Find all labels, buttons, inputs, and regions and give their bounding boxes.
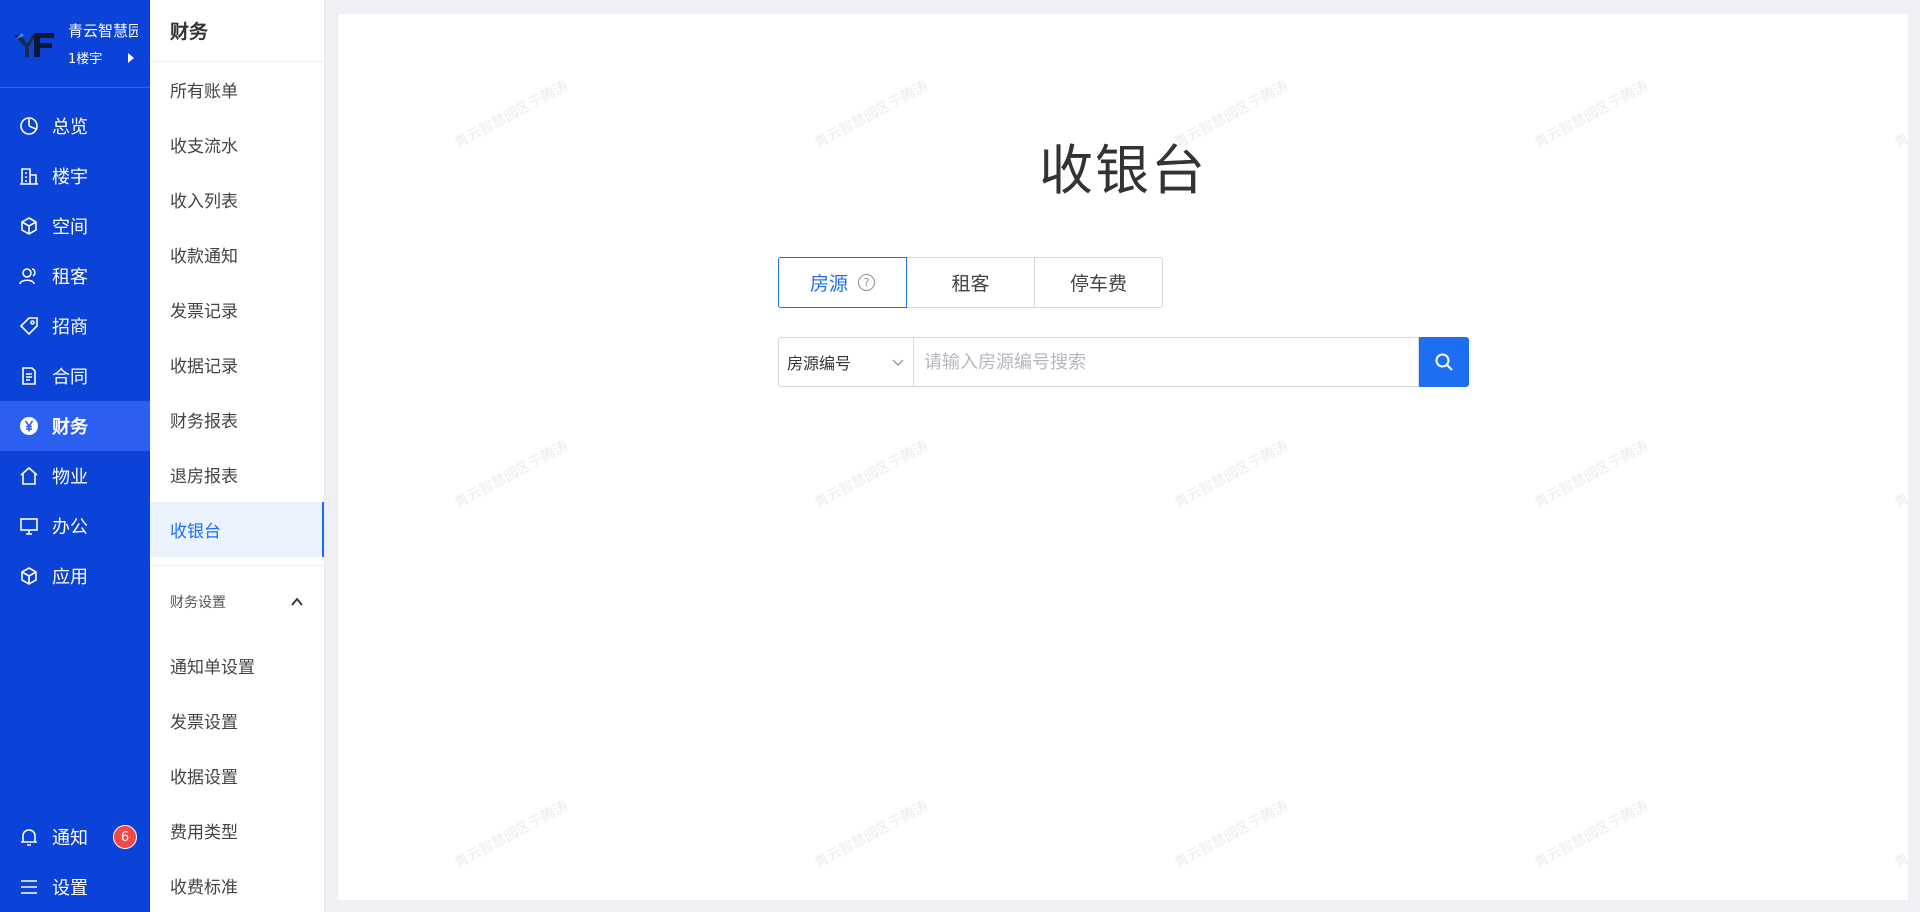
submenu-item-finance-report[interactable]: 财务报表 xyxy=(150,392,324,447)
watermark-text: 青云智慧园区于腾涛 xyxy=(1892,798,1908,872)
rail-item-property[interactable]: 物业 xyxy=(0,451,150,501)
caret-right-icon xyxy=(128,52,135,63)
search-bar: 房源编号 xyxy=(778,337,1469,387)
rail-item-finance[interactable]: 财务 xyxy=(0,401,150,451)
building-switcher[interactable]: 1楼宇 xyxy=(68,48,138,67)
submenu-title: 财务 xyxy=(150,0,324,62)
rail-item-label: 租客 xyxy=(52,267,88,288)
rail-item-building[interactable]: 楼宇 xyxy=(0,151,150,201)
submenu-group-label: 财务设置 xyxy=(170,595,226,611)
submenu-item-income-list[interactable]: 收入列表 xyxy=(150,172,324,227)
submenu-item-invoice-records[interactable]: 发票记录 xyxy=(150,282,324,337)
main-content: 青云智慧园区于腾涛 青云智慧园区于腾涛 青云智慧园区于腾涛 青云智慧园区于腾涛 青云智慧… xyxy=(338,14,1908,900)
rail-item-leasing[interactable]: 招商 xyxy=(0,301,150,351)
rail-item-label: 总览 xyxy=(52,117,88,138)
chevron-down-icon xyxy=(892,359,904,366)
yen-coin-icon xyxy=(18,415,40,437)
rail-item-notifications[interactable]: 通知 6 xyxy=(0,812,150,862)
cube-icon xyxy=(18,215,40,237)
rail-item-label: 办公 xyxy=(52,517,88,538)
watermark-text: 青云智慧园区于腾涛 xyxy=(1532,438,1651,512)
rail-item-tenants[interactable]: 租客 xyxy=(0,251,150,301)
page-title: 收银台 xyxy=(1039,139,1207,202)
menu-lines-icon xyxy=(18,876,40,898)
building-icon xyxy=(18,165,40,187)
tab-label: 房源 xyxy=(809,273,848,295)
submenu-group-finance-settings[interactable]: 财务设置 xyxy=(150,566,324,638)
tab-tenant[interactable]: 租客 xyxy=(906,257,1035,308)
rail-item-settings[interactable]: 设置 xyxy=(0,862,150,912)
tab-label: 停车费 xyxy=(1069,273,1127,295)
submenu-item-cash-flow[interactable]: 收支流水 xyxy=(150,117,324,172)
rail-item-apps[interactable]: 应用 xyxy=(0,551,150,601)
pie-chart-icon xyxy=(18,115,40,137)
rail-item-label: 合同 xyxy=(52,367,88,388)
watermark-text: 青云智慧园区于腾涛 xyxy=(1532,798,1651,872)
brand-header[interactable]: 青云智慧园 1楼宇 xyxy=(0,0,150,88)
search-button[interactable] xyxy=(1419,337,1469,387)
watermark-text: 青云智慧园区于腾涛 xyxy=(1172,438,1291,512)
search-type-select[interactable]: 房源编号 xyxy=(778,337,914,387)
rail-item-space[interactable]: 空间 xyxy=(0,201,150,251)
submenu-item-receipt-settings[interactable]: 收据设置 xyxy=(150,748,324,803)
rail-item-label: 招商 xyxy=(52,317,88,338)
tab-parking-fee[interactable]: 停车费 xyxy=(1034,257,1163,308)
notification-count-badge: 6 xyxy=(113,825,137,849)
rail-item-label: 通知 xyxy=(52,828,88,849)
rail-item-label: 物业 xyxy=(52,467,88,488)
submenu-item-notice-settings[interactable]: 通知单设置 xyxy=(150,638,324,693)
document-icon xyxy=(18,365,40,387)
rail-item-office[interactable]: 办公 xyxy=(0,501,150,551)
help-circle-icon[interactable]: ? xyxy=(858,274,875,291)
submenu-item-checkout-report[interactable]: 退房报表 xyxy=(150,447,324,502)
watermark-text: 青云智慧园区于腾涛 xyxy=(452,438,571,512)
search-input[interactable] xyxy=(914,337,1419,387)
bell-icon xyxy=(18,826,40,848)
brand-name: 青云智慧园 xyxy=(68,22,138,40)
submenu-item-invoice-settings[interactable]: 发票设置 xyxy=(150,693,324,748)
submenu-item-receipt-records[interactable]: 收据记录 xyxy=(150,337,324,392)
search-type-value: 房源编号 xyxy=(787,354,852,373)
watermark-text: 青云智慧园区于腾涛 xyxy=(812,438,931,512)
home-icon xyxy=(18,465,40,487)
tag-icon xyxy=(18,315,40,337)
submenu-item-cashier[interactable]: 收银台 xyxy=(150,502,324,557)
watermark-text: 青云智慧园区于腾涛 xyxy=(452,798,571,872)
submenu-item-all-bills[interactable]: 所有账单 xyxy=(150,62,324,117)
rail-item-label: 财务 xyxy=(52,417,88,438)
monitor-icon xyxy=(18,515,40,537)
rail-item-label: 空间 xyxy=(52,217,88,238)
submenu-item-payment-notice[interactable]: 收款通知 xyxy=(150,227,324,282)
submenu-item-fee-types[interactable]: 费用类型 xyxy=(150,803,324,858)
watermark-text: 青云智慧园区于腾涛 xyxy=(1172,798,1291,872)
building-label: 1楼宇 xyxy=(68,52,103,67)
finance-submenu: 财务 所有账单 收支流水 收入列表 收款通知 发票记录 收据记录 财务报表 退房… xyxy=(150,0,325,912)
rail-item-contract[interactable]: 合同 xyxy=(0,351,150,401)
primary-nav-rail: 青云智慧园 1楼宇 总览 楼宇 空间 租客 招商 合同 财务 物业 办公 应用 … xyxy=(0,0,150,912)
users-icon xyxy=(18,265,40,287)
brand-logo-icon xyxy=(12,27,58,61)
rail-item-label: 设置 xyxy=(52,878,88,899)
submenu-item-fee-standards[interactable]: 收费标准 xyxy=(150,858,324,912)
watermark-text: 青云智慧园区于腾涛 xyxy=(812,798,931,872)
watermark-text: 青云智慧园区于腾涛 xyxy=(1892,438,1908,512)
box-icon xyxy=(18,565,40,587)
search-icon xyxy=(1435,353,1453,371)
chevron-up-icon xyxy=(291,597,303,606)
rail-item-label: 应用 xyxy=(52,567,88,588)
rail-item-label: 楼宇 xyxy=(52,167,88,188)
search-mode-tabs: 房源 ? 租客 停车费 xyxy=(778,257,1163,308)
tab-property[interactable]: 房源 ? xyxy=(778,257,907,308)
tab-label: 租客 xyxy=(951,273,990,295)
rail-item-overview[interactable]: 总览 xyxy=(0,101,150,151)
